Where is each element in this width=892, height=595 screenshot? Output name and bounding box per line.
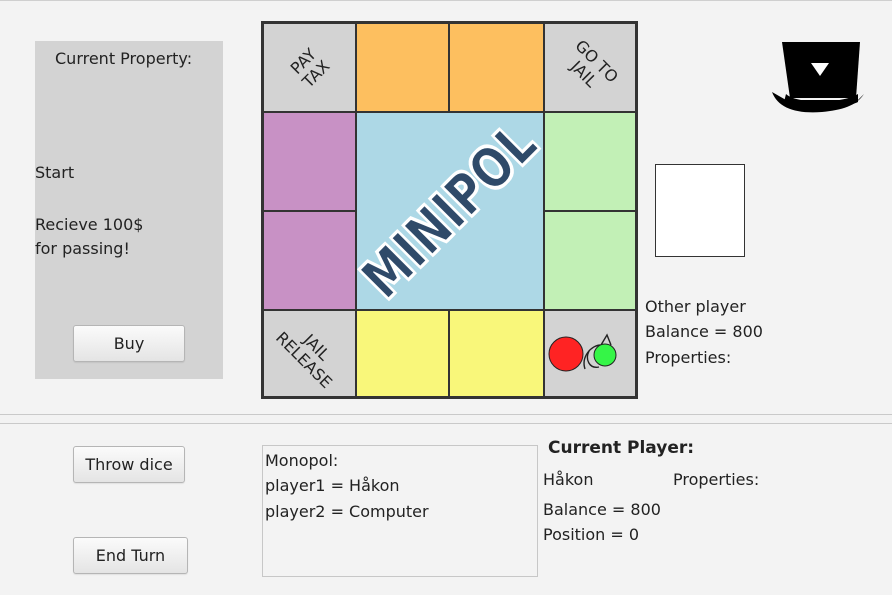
board-corner-go-to-jail[interactable]: GO TO JAIL (544, 23, 636, 112)
board-cell-orange-2[interactable] (449, 23, 544, 112)
current-property-title: Current Property: (55, 49, 193, 68)
top-hat-icon (772, 42, 864, 113)
game-log[interactable]: Monopol: player1 = Håkon player2 = Compu… (262, 445, 538, 577)
board-center: MINIPOL (356, 112, 544, 310)
minipol-logo: MINIPOL (356, 112, 544, 310)
board-cell-yellow-1[interactable] (356, 310, 449, 397)
buy-button[interactable]: Buy (73, 325, 185, 362)
board-cell-purple-1[interactable] (263, 112, 356, 211)
other-player-title: Other player (645, 297, 746, 316)
board-corner-jail-release[interactable]: JAIL RELEASE (263, 310, 356, 397)
property-description: Recieve 100$ for passing! (35, 213, 223, 261)
board-cell-green-2[interactable] (544, 211, 636, 310)
board-corner-start[interactable] (544, 310, 636, 397)
throw-dice-button[interactable]: Throw dice (73, 446, 185, 483)
property-name: Start (35, 163, 75, 182)
pay-tax-label: PAY TAX (286, 44, 333, 91)
current-player-title: Current Player: (548, 438, 695, 458)
game-board: PAY TAX GO TO JAIL MINIPOL JAIL RELEASE (261, 21, 638, 399)
jail-release-label: JAIL RELEASE (271, 327, 336, 392)
end-turn-button[interactable]: End Turn (73, 537, 188, 574)
board-cell-yellow-2[interactable] (449, 310, 544, 397)
go-to-jail-label: GO TO JAIL (567, 35, 622, 91)
player-token-red (548, 336, 584, 372)
log-line: player1 = Håkon (265, 476, 400, 495)
player-tokens (548, 336, 617, 372)
property-description-line: for passing! (35, 239, 130, 258)
player-token-green (593, 343, 617, 367)
log-line: Monopol: (265, 451, 339, 470)
current-player-position: Position = 0 (543, 525, 640, 544)
board-cell-green-1[interactable] (544, 112, 636, 211)
current-property-panel: Current Property: Start Recieve 100$ for… (35, 41, 223, 379)
current-player-balance: Balance = 800 (543, 500, 661, 519)
board-cell-purple-2[interactable] (263, 211, 356, 310)
current-player-properties: Properties: (673, 470, 760, 489)
other-player-balance: Balance = 800 (645, 322, 763, 341)
board-cell-orange-1[interactable] (356, 23, 449, 112)
split-divider[interactable] (0, 414, 892, 424)
other-player-card (655, 164, 745, 257)
log-line: player2 = Computer (265, 502, 429, 521)
board-corner-pay-tax[interactable]: PAY TAX (263, 23, 356, 112)
other-player-properties: Properties: (645, 348, 732, 367)
property-description-line: Recieve 100$ (35, 215, 144, 234)
current-player-name: Håkon (543, 470, 594, 489)
